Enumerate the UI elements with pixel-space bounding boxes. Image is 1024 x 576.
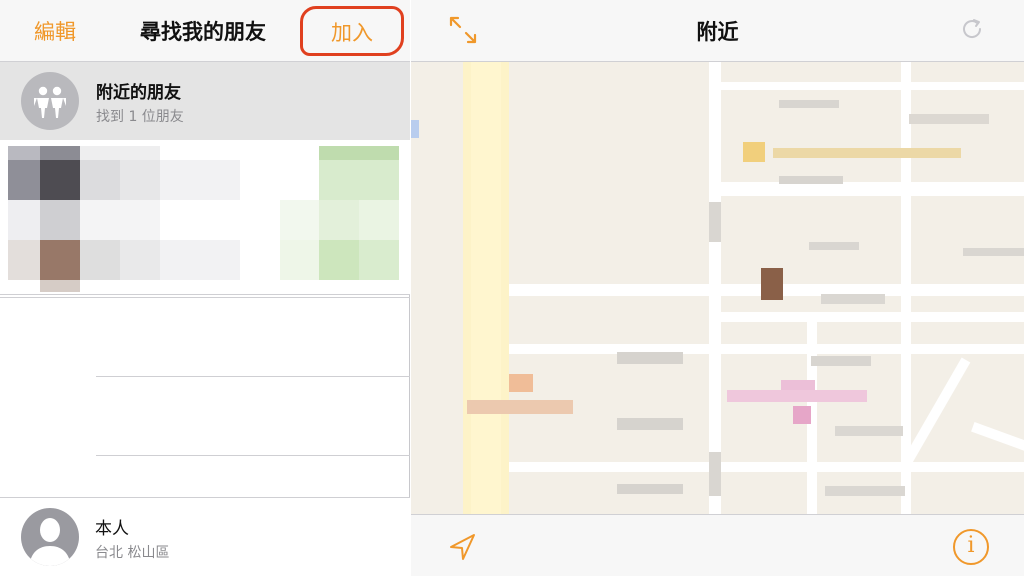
blur-block: [8, 146, 40, 160]
blur-block: [80, 160, 120, 200]
map-view[interactable]: [411, 62, 1024, 514]
blur-block: [8, 200, 40, 240]
map-label: [467, 400, 573, 414]
left-navigation-bar: 編輯 尋找我的朋友 加入: [0, 0, 410, 62]
refresh-icon[interactable]: [959, 16, 985, 42]
info-icon[interactable]: i: [953, 529, 989, 565]
map-label: [809, 242, 859, 250]
blur-block: [319, 146, 399, 160]
nearby-friends-row[interactable]: 附近的朋友 找到 1 位朋友: [0, 62, 410, 140]
map-label: [963, 248, 1024, 256]
map-label: [617, 484, 683, 494]
blur-block: [160, 240, 240, 280]
nearby-friends-title: 附近的朋友: [96, 83, 181, 103]
map-label: [909, 114, 989, 124]
map-road: [471, 62, 501, 514]
blur-block: [40, 240, 80, 280]
map-label: [779, 100, 839, 108]
blur-block: [80, 200, 160, 240]
blurred-friend-row[interactable]: [0, 140, 410, 294]
blur-block: [8, 240, 40, 280]
blur-block: [280, 240, 320, 280]
blur-block: [120, 240, 160, 280]
row-divider: [96, 455, 410, 456]
blur-block: [40, 146, 80, 160]
my-location: 台北 松山區: [95, 545, 170, 561]
row-divider: [0, 294, 410, 295]
add-button[interactable]: 加入: [331, 17, 373, 47]
map-label: [617, 418, 683, 430]
blur-block: [359, 240, 399, 280]
map-road: [711, 182, 1024, 196]
map-poi: [509, 374, 533, 392]
map-navigation-bar: 附近: [411, 0, 1024, 62]
friends-icon: [21, 72, 79, 130]
map-label: [617, 352, 683, 364]
blur-block: [359, 200, 399, 240]
blur-block: [40, 160, 80, 200]
map-road-diagonal: [971, 422, 1024, 452]
row-divider: [96, 376, 410, 377]
map-label: [811, 356, 871, 366]
map-label: [835, 426, 903, 436]
friends-list-pane: 編輯 尋找我的朋友 加入 附近的朋友 找到 1 位朋友 本人 台北 松山區: [0, 0, 410, 576]
add-button-highlight: 加入: [300, 6, 404, 56]
map-poi: [793, 406, 811, 424]
map-label: [727, 390, 867, 402]
map-road: [509, 344, 1024, 354]
map-poi: [761, 268, 783, 300]
row-divider: [0, 297, 410, 298]
map-title: 附近: [696, 20, 739, 44]
map-label: [773, 148, 961, 158]
nearby-friends-count: 找到 1 位朋友: [96, 109, 184, 125]
my-name: 本人: [95, 519, 129, 539]
map-poi: [743, 142, 765, 162]
blur-block: [319, 240, 359, 280]
map-edge-marker: [411, 120, 419, 138]
map-toolbar: i: [411, 514, 1024, 576]
map-road: [509, 462, 1024, 472]
page-title-text: 尋找我的朋友: [140, 20, 266, 44]
my-location-row[interactable]: 本人 台北 松山區: [0, 497, 410, 576]
person-silhouette-icon: [21, 508, 79, 566]
map-road: [711, 312, 1024, 322]
blur-block: [8, 160, 40, 200]
map-pane: 附近 i: [411, 0, 1024, 576]
blur-block: [280, 200, 320, 240]
blur-block: [80, 240, 120, 280]
map-label: [825, 486, 905, 496]
map-label: [709, 202, 721, 242]
blur-block: [40, 200, 80, 240]
map-label: [821, 294, 885, 304]
map-label: [779, 176, 843, 184]
blur-block: [80, 146, 160, 160]
map-label: [709, 452, 721, 496]
map-road: [711, 82, 1024, 90]
map-road-diagonal: [901, 357, 971, 467]
location-arrow-icon[interactable]: [447, 531, 479, 563]
blur-block: [319, 160, 399, 200]
blur-block: [40, 280, 80, 292]
blur-block: [319, 200, 359, 240]
blur-block: [160, 160, 240, 200]
blur-block: [120, 160, 160, 200]
